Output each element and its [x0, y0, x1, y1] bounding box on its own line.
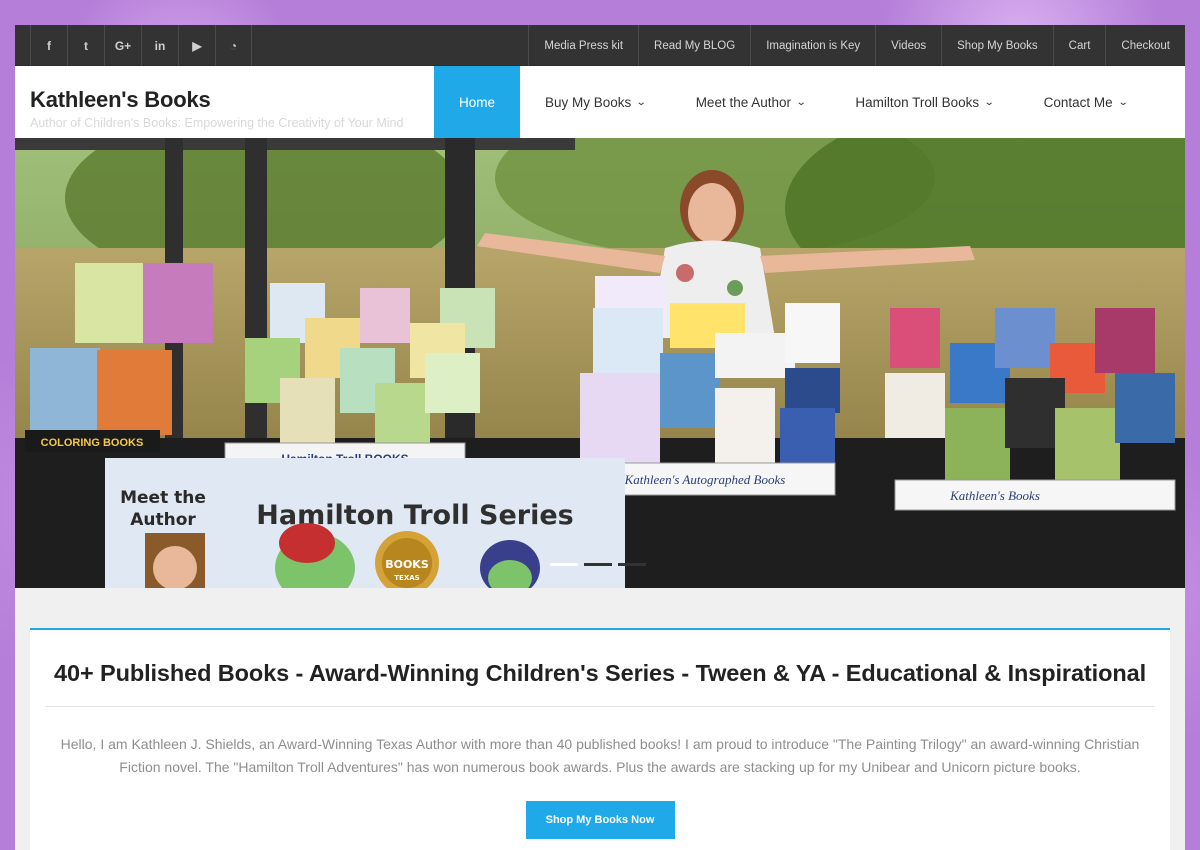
top-links: Media Press kit Read My BLOG Imagination…: [528, 25, 1185, 66]
intro-text: Hello, I am Kathleen J. Shields, an Awar…: [60, 736, 1140, 775]
nav-item-contact-me[interactable]: Contact Me ⌄: [1019, 66, 1152, 138]
toplink-videos[interactable]: Videos: [875, 25, 941, 66]
main-nav: Home Buy My Books ⌄ Meet the Author ⌄ Hami…: [434, 66, 1152, 138]
chevron-down-icon: ⌄: [1117, 96, 1129, 108]
twitter-icon[interactable]: t: [67, 25, 104, 66]
slider-pagination: [550, 563, 646, 566]
facebook-icon[interactable]: f: [30, 25, 67, 66]
slider-dot[interactable]: [550, 563, 578, 566]
nav-item-meet-the-author[interactable]: Meet the Author ⌄: [671, 66, 831, 138]
site-title[interactable]: Kathleen's Books: [30, 87, 434, 113]
hero-image: COLORING BOOKS Hamilton Troll BOOKS Kath…: [15, 138, 1185, 588]
google-plus-icon[interactable]: G+: [104, 25, 141, 66]
nav-item-hamilton-troll-books[interactable]: Hamilton Troll Books ⌄: [830, 66, 1018, 138]
rss-icon[interactable]: ◔: [215, 25, 252, 66]
site-tagline: Author of Children's Books: Empowering t…: [30, 116, 404, 130]
toplink-cart[interactable]: Cart: [1052, 25, 1106, 66]
brand: Kathleen's Books Author of Children's Bo…: [15, 66, 434, 138]
sign-meet-the: Meet the: [120, 488, 206, 508]
hero-slider[interactable]: COLORING BOOKS Hamilton Troll BOOKS Kath…: [15, 138, 1185, 588]
shop-my-books-now-button[interactable]: Shop My Books Now: [525, 801, 675, 839]
slider-dot[interactable]: [618, 563, 646, 566]
nav-item-label: Hamilton Troll Books: [855, 94, 980, 110]
chevron-down-icon: ⌄: [983, 96, 995, 108]
page-heading: 40+ Published Books - Award-Winning Chil…: [54, 660, 1146, 686]
kathleens-books-label: Kathleen's Books: [949, 488, 1040, 503]
autographed-books-label: Kathleen's Autographed Books: [624, 472, 786, 487]
intro-section: 40+ Published Books - Award-Winning Chil…: [30, 628, 1170, 850]
toplink-imagination-is-key[interactable]: Imagination is Key: [750, 25, 875, 66]
social-links: f t G+ in ▶ ◔: [15, 25, 252, 66]
chevron-down-icon: ⌄: [636, 96, 647, 108]
linkedin-icon[interactable]: in: [141, 25, 178, 66]
youtube-icon[interactable]: ▶: [178, 25, 215, 66]
toplink-shop-my-books[interactable]: Shop My Books: [941, 25, 1053, 66]
toplink-read-my-blog[interactable]: Read My BLOG: [638, 25, 750, 66]
coloring-books-label: COLORING BOOKS: [41, 437, 144, 449]
chevron-down-icon: ⌄: [795, 96, 807, 108]
nav-item-label: Contact Me: [1043, 94, 1113, 110]
seal-books-text: BOOKS: [385, 558, 429, 571]
sign-author: Author: [130, 510, 196, 530]
nav-item-label: Meet the Author: [695, 94, 791, 110]
nav-item-label: Buy My Books: [545, 94, 632, 110]
divider: [45, 706, 1155, 707]
site-header: Kathleen's Books Author of Children's Bo…: [15, 66, 1185, 138]
site-wrapper: f t G+ in ▶ ◔ Media Press kit Read My BL…: [15, 25, 1185, 850]
top-bar: f t G+ in ▶ ◔ Media Press kit Read My BL…: [15, 25, 1185, 66]
nav-item-buy-my-books[interactable]: Buy My Books ⌄: [520, 66, 671, 138]
toplink-media-press-kit[interactable]: Media Press kit: [528, 25, 638, 66]
nav-item-label: Home: [459, 94, 496, 110]
seal-texas-text: TEXAS: [394, 574, 419, 582]
slider-dot[interactable]: [584, 563, 612, 566]
nav-item-home[interactable]: Home: [434, 66, 521, 138]
toplink-checkout[interactable]: Checkout: [1105, 25, 1185, 66]
